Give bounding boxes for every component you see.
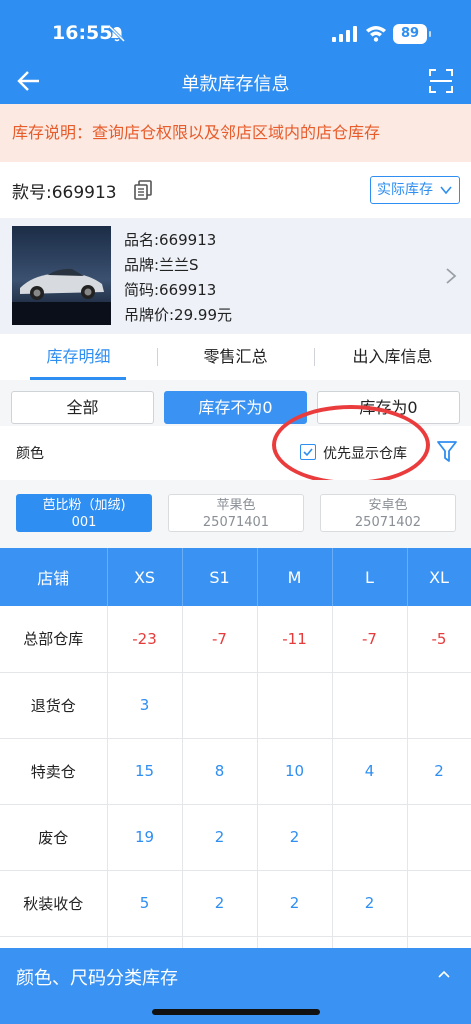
product-price: 吊牌价:29.99元 [124,306,232,324]
product-brand: 品牌:兰兰S [124,256,199,274]
filter-nonzero-button[interactable]: 库存不为0 [164,391,307,424]
tab-stock-detail[interactable]: 库存明细 [0,334,157,380]
stock-cell: 8 [182,738,258,805]
stock-cell: -7 [182,606,258,673]
swatch-code: 25071402 [354,515,422,530]
store-name: 特卖仓 [0,738,108,805]
product-image [12,226,111,325]
stock-cell: 3 [107,672,183,739]
copy-icon[interactable] [134,180,152,200]
chevron-right-icon [446,268,457,284]
wifi-icon [366,26,386,42]
stock-cell: 4 [332,738,408,805]
stock-cell [407,804,471,871]
bell-muted-icon [108,25,126,43]
stock-cell: 2 [257,804,333,871]
tab-retail-summary[interactable]: 零售汇总 [157,334,314,380]
stock-cell: 19 [107,804,183,871]
filter-all-button[interactable]: 全部 [11,391,154,424]
stock-table: 店铺 XS S1 M L XL 总部仓库 -23 -7 -11 -7 -5 退货… [0,548,471,1003]
annotation-circle [272,405,430,485]
stock-cell [407,672,471,739]
chevron-up-icon [438,970,450,978]
category-stock-label: 颜色、尺码分类库存 [16,968,178,989]
header-size: XL [407,548,471,606]
stock-type-value: 实际库存 [377,182,433,198]
header-store: 店铺 [0,548,108,606]
stock-cell: 2 [182,870,258,937]
home-indicator [152,1009,320,1015]
store-name: 废仓 [0,804,108,871]
header-size: XS [107,548,183,606]
stock-cell: 2 [182,804,258,871]
stock-cell: 10 [257,738,333,805]
stock-cell: 15 [107,738,183,805]
table-row[interactable]: 总部仓库 -23 -7 -11 -7 -5 [0,606,471,673]
swatch-code: 25071401 [202,515,270,530]
top-bar: 16:55 89 单款库存信息 [0,0,471,104]
header-size: S1 [182,548,258,606]
app-header: 单款库存信息 [0,60,471,104]
color-label: 颜色 [16,446,44,462]
stock-cell: -5 [407,606,471,673]
car-photo [12,226,111,325]
color-swatches: 芭比粉（加绒) 001 苹果色 25071401 安卓色 25071402 [0,480,471,548]
header-size: M [257,548,333,606]
swatch-name: 苹果色 [216,498,256,513]
store-name: 秋装收仓 [0,870,108,937]
product-name: 品名:669913 [124,231,217,249]
stock-notice: 库存说明：查询店仓权限以及邻店区域内的店仓库存 [0,104,471,162]
stock-type-select[interactable]: 实际库存 [370,176,460,204]
swatch-code: 001 [71,515,97,530]
stock-cell: 2 [407,738,471,805]
swatch-name: 芭比粉（加绒) [42,498,126,513]
table-row[interactable]: 退货仓 3 [0,672,471,739]
stock-cell [332,672,408,739]
swatch-item[interactable]: 苹果色 25071401 [168,494,304,532]
swatch-item[interactable]: 安卓色 25071402 [320,494,456,532]
header-size: L [332,548,408,606]
stock-cell: -11 [257,606,333,673]
table-row[interactable]: 秋装收仓 5 2 2 2 [0,870,471,937]
page-title: 单款库存信息 [181,74,290,95]
product-info: 品名:669913 品牌:兰兰S 简码:669913 吊牌价:29.99元 [124,228,232,328]
stock-cell: -7 [332,606,408,673]
battery-indicator: 89 [393,24,431,44]
stock-cell: -23 [107,606,183,673]
status-bar: 16:55 89 [0,0,471,60]
scan-icon[interactable] [428,68,454,94]
stock-cell [182,672,258,739]
stock-cell: 2 [257,870,333,937]
tab-inout-info[interactable]: 出入库信息 [314,334,471,380]
store-name: 总部仓库 [0,606,108,673]
sku-number: 款号:669913 [12,183,117,203]
stock-cell [257,672,333,739]
product-card[interactable]: 品名:669913 品牌:兰兰S 简码:669913 吊牌价:29.99元 [0,218,471,334]
stock-cell [332,804,408,871]
store-name: 退货仓 [0,672,108,739]
stock-cell: 2 [332,870,408,937]
stock-cell: 5 [107,870,183,937]
table-header-row: 店铺 XS S1 M L XL [0,548,471,606]
product-code: 简码:669913 [124,281,217,299]
sku-row: 款号:669913 实际库存 [0,162,471,216]
status-time: 16:55 [52,22,113,44]
detail-tabs: 库存明细 零售汇总 出入库信息 [0,334,471,380]
signal-icon [332,26,357,42]
stock-cell [407,870,471,937]
filter-funnel-icon[interactable] [436,440,458,464]
table-row[interactable]: 特卖仓 15 8 10 4 2 [0,738,471,805]
swatch-name: 安卓色 [368,498,408,513]
chevron-down-icon [440,186,452,195]
table-row[interactable]: 废仓 19 2 2 [0,804,471,871]
swatch-item[interactable]: 芭比粉（加绒) 001 [16,494,152,532]
